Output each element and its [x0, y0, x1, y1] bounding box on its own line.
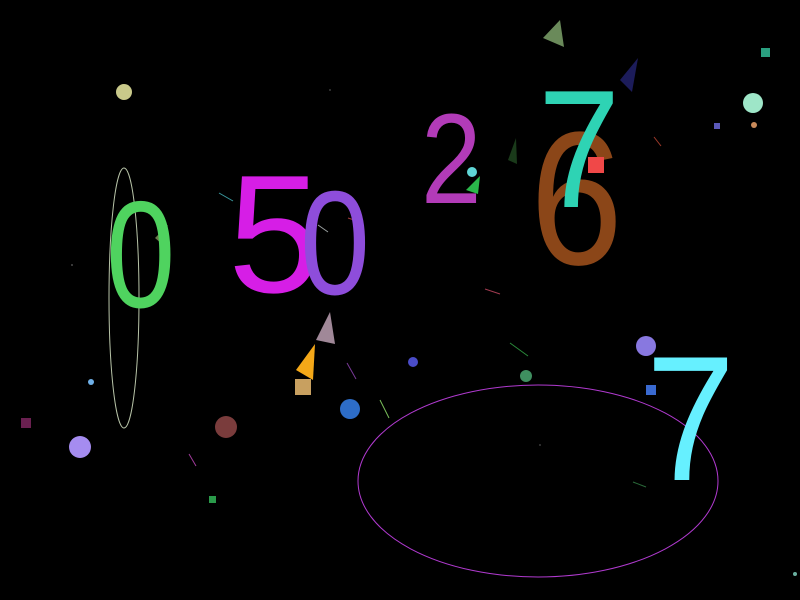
square-red: [588, 157, 604, 173]
scene-canvas: 0 5 0 2 6 7 7: [0, 0, 800, 600]
foreground-shapes: [466, 157, 604, 194]
triangle-green-bright: [466, 176, 480, 194]
